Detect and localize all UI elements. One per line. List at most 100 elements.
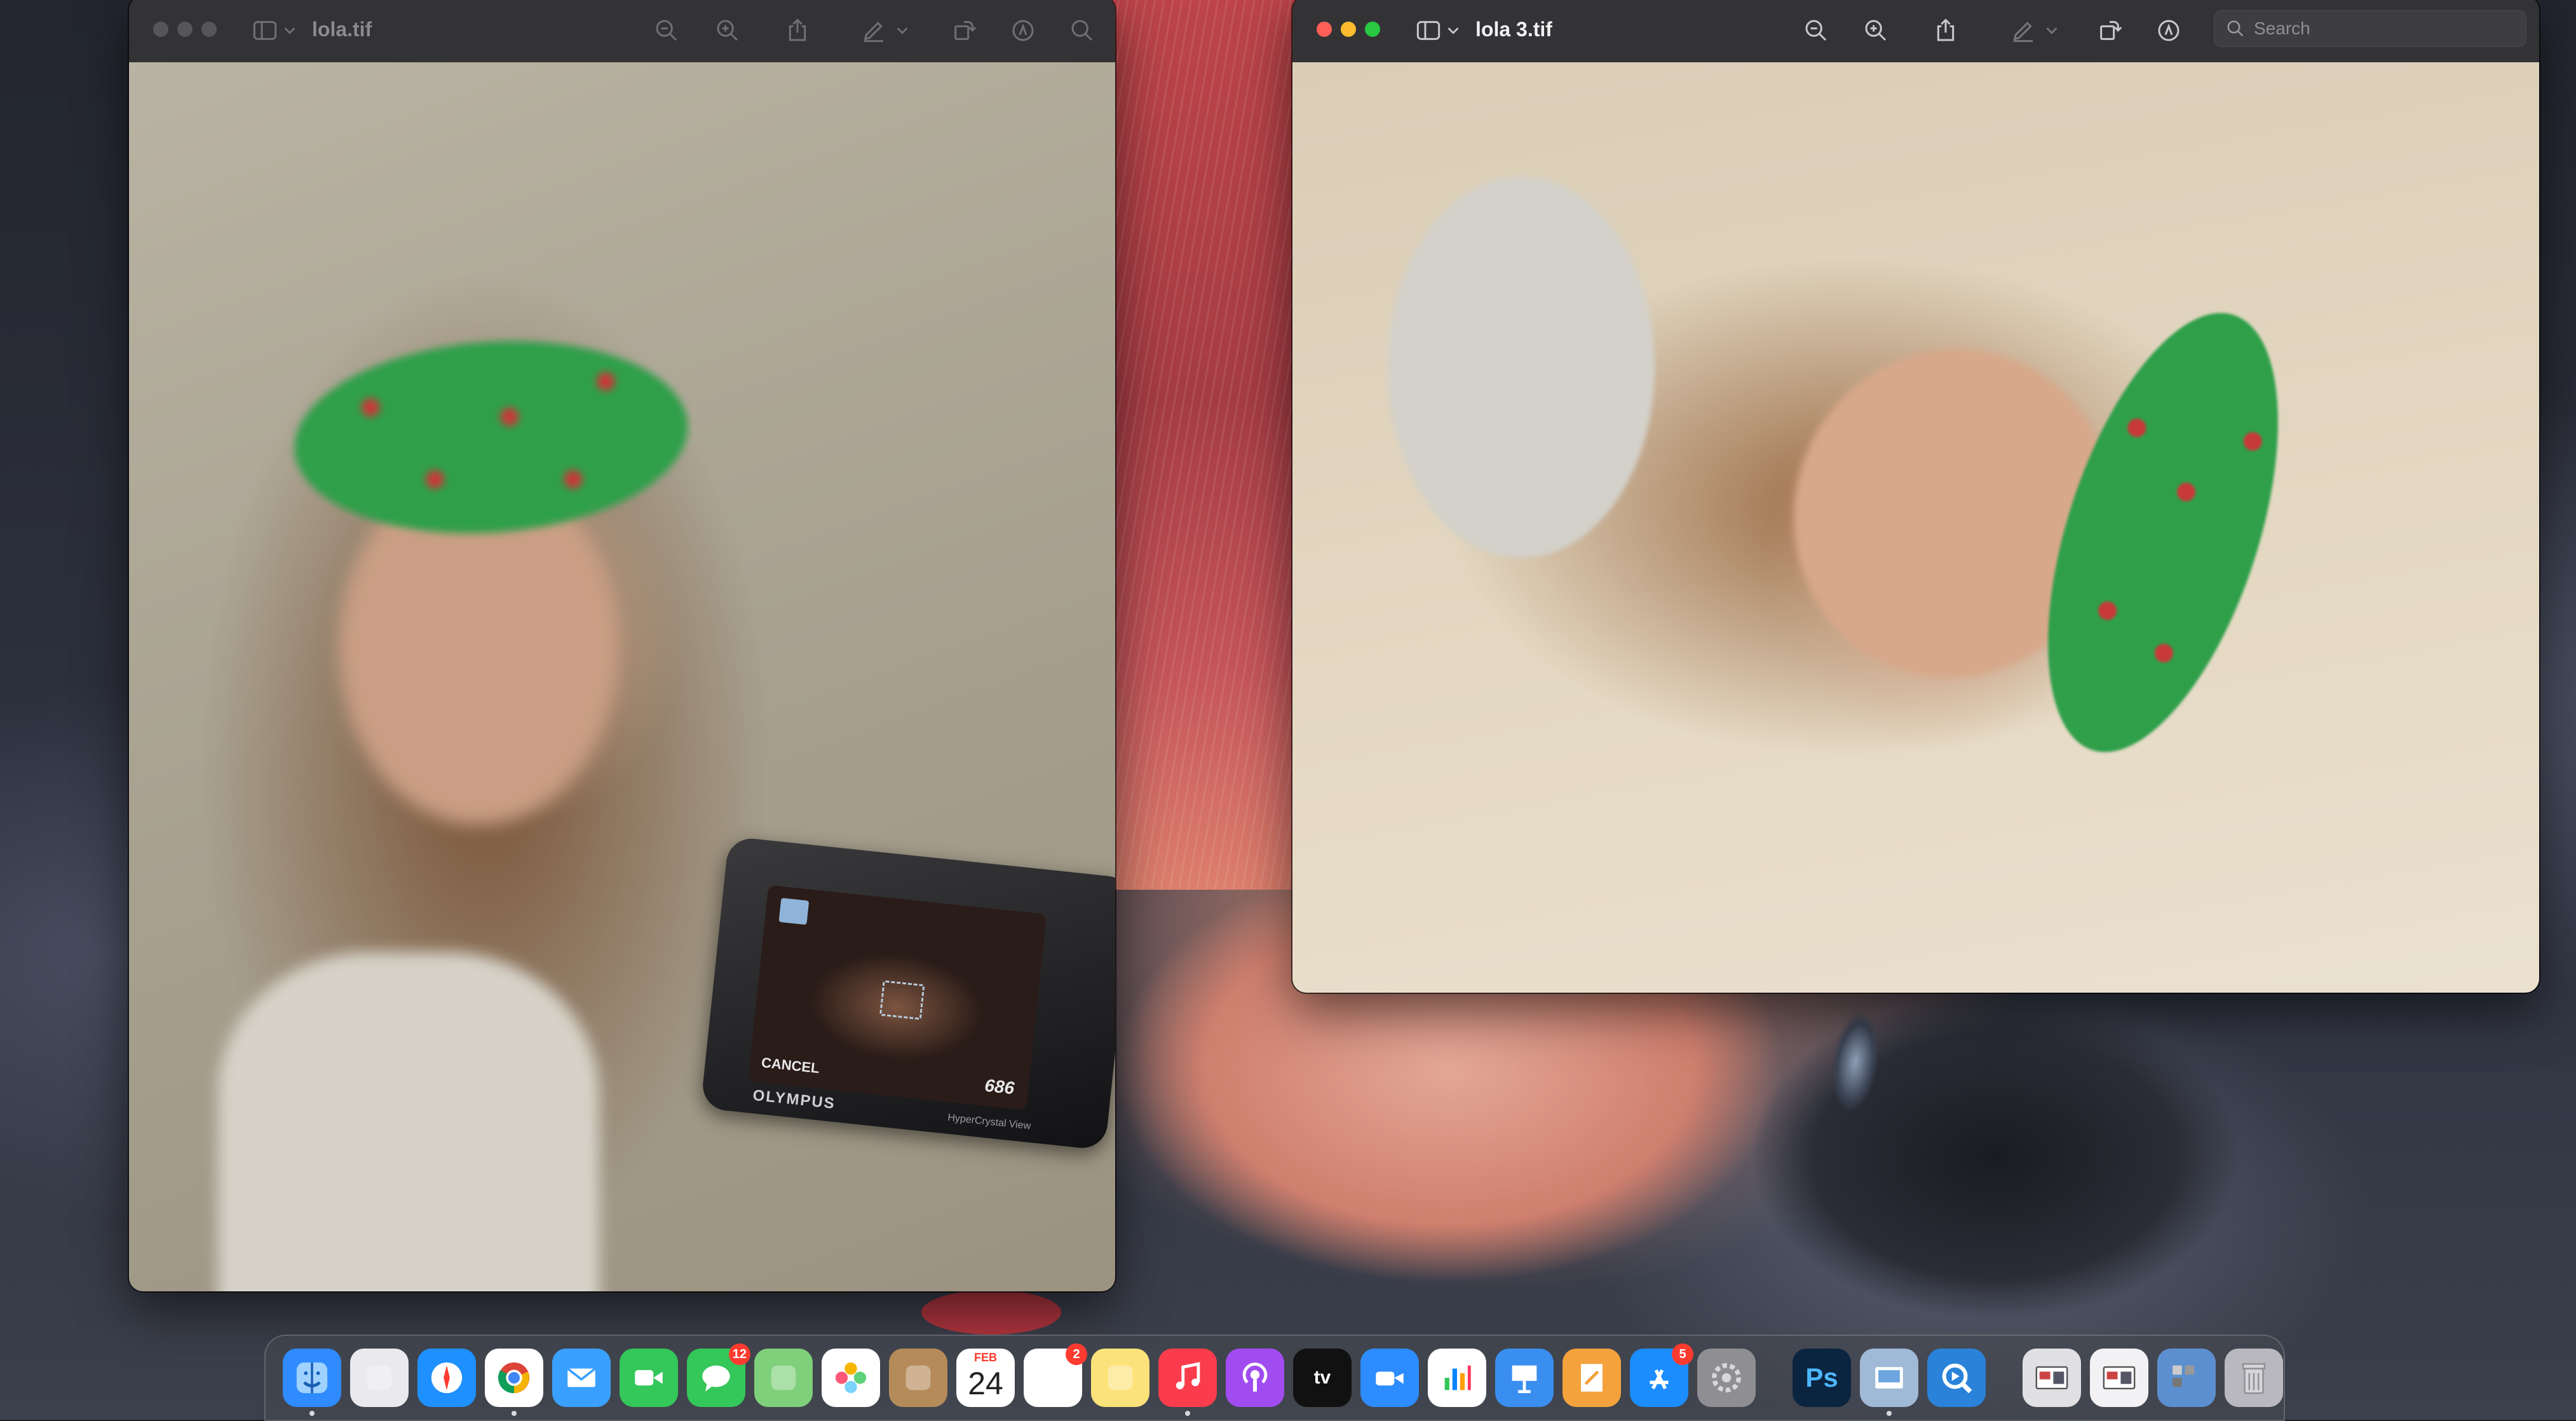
search-button[interactable] — [1067, 15, 1097, 46]
photos-icon — [832, 1359, 869, 1396]
markup-button[interactable] — [2008, 15, 2038, 46]
image-canvas[interactable]: CANCEL 686 OLYMPUS HyperCrystal View — [129, 62, 1115, 1291]
notification-badge: 5 — [1672, 1343, 1693, 1365]
markup-button[interactable] — [858, 15, 889, 46]
window-thumbnail-icon — [2033, 1359, 2070, 1396]
rotate-button[interactable] — [949, 15, 979, 46]
settings-icon — [1708, 1359, 1745, 1396]
rotate-icon — [2100, 21, 2122, 40]
image-canvas[interactable] — [1292, 62, 2539, 993]
zoom-in-button[interactable] — [1861, 15, 1891, 46]
camera-cancel-label: CANCEL — [761, 1054, 820, 1077]
window-thumbnail-icon — [2101, 1359, 2138, 1396]
camera-brand: OLYMPUS — [752, 1086, 837, 1113]
zoom-out-button[interactable] — [1801, 15, 1831, 46]
photoshop-icon: Ps — [1805, 1363, 1838, 1392]
sidebar-menu-button[interactable] — [280, 15, 299, 46]
dock-item-google-chrome[interactable] — [485, 1349, 543, 1416]
preview-window-lola-3[interactable]: lola 3.tif — [1292, 0, 2539, 993]
markup-menu-button[interactable] — [2042, 15, 2061, 46]
dock-item-preview[interactable] — [1860, 1349, 1918, 1416]
dock-item-photoshop[interactable]: Ps — [1793, 1349, 1851, 1407]
dock-item-messages[interactable]: 12 — [687, 1343, 750, 1407]
zoom-button[interactable] — [1365, 22, 1380, 37]
launchpad-icon — [361, 1359, 398, 1396]
preview-window-lola[interactable]: lola.tif CANCEL 686 OLYMPUS HyperCrystal… — [129, 0, 1115, 1291]
tv-icon: tv — [1313, 1367, 1331, 1388]
reminders-icon — [1034, 1359, 1071, 1396]
dock-item-maps[interactable] — [754, 1349, 813, 1407]
dock-item-system-settings[interactable] — [1697, 1349, 1756, 1407]
contacts-icon — [900, 1359, 937, 1396]
dock-item-numbers[interactable] — [1428, 1349, 1486, 1407]
dock-item-zoom[interactable] — [1360, 1349, 1419, 1407]
facetime-icon — [630, 1359, 667, 1396]
zoom-out-button[interactable] — [651, 15, 682, 46]
markup-circle-icon — [1012, 20, 1034, 41]
dock-item-applications-folder[interactable] — [2157, 1349, 2216, 1407]
running-indicator — [512, 1411, 517, 1416]
close-button[interactable] — [1317, 22, 1332, 37]
rotate-icon — [954, 21, 977, 40]
dock-item-minimized-window-1[interactable] — [2023, 1349, 2081, 1407]
dock-item-tv[interactable]: tv — [1293, 1349, 1352, 1407]
dock-item-music[interactable] — [1158, 1349, 1217, 1416]
minimize-button[interactable] — [177, 22, 193, 37]
dock-item-podcasts[interactable] — [1226, 1349, 1284, 1407]
dock-item-notes[interactable] — [1091, 1349, 1149, 1407]
dock-item-mail[interactable] — [552, 1349, 611, 1407]
chevron-down-icon — [2046, 27, 2057, 34]
dock-stacks — [2018, 1349, 2288, 1407]
safari-icon — [428, 1359, 465, 1396]
sidebar-toggle-button[interactable] — [250, 15, 280, 46]
dock-item-safari[interactable] — [417, 1349, 476, 1407]
dock-item-finder[interactable] — [283, 1349, 341, 1416]
dock-item-app-store[interactable]: 5 — [1630, 1343, 1693, 1407]
pen-icon — [864, 22, 883, 43]
share-icon — [1937, 18, 1955, 41]
dock-apps: 12 FEB 24 2 tv 5 — [278, 1343, 1760, 1416]
zoom-in-button[interactable] — [712, 15, 743, 46]
rotate-button[interactable] — [2094, 15, 2125, 46]
sidebar-menu-button[interactable] — [1444, 15, 1463, 46]
markup-menu-button[interactable] — [893, 15, 912, 46]
window-titlebar[interactable]: lola 3.tif — [1292, 0, 2539, 64]
dock-item-photos[interactable] — [822, 1349, 880, 1407]
zoom-out-icon — [656, 20, 677, 41]
highlight-button[interactable] — [1008, 15, 1038, 46]
highlight-button[interactable] — [2153, 15, 2184, 46]
podcasts-icon — [1237, 1359, 1273, 1396]
dock-item-facetime[interactable] — [620, 1349, 678, 1407]
share-button[interactable] — [782, 15, 813, 46]
dock-item-quicktime-player[interactable] — [1927, 1349, 1986, 1407]
maps-icon — [765, 1359, 802, 1396]
search-field[interactable] — [2214, 10, 2526, 47]
close-button[interactable] — [153, 22, 168, 37]
sidebar-icon — [1416, 21, 1441, 40]
pen-icon — [2013, 22, 2033, 43]
markup-circle-icon — [2158, 20, 2179, 41]
window-titlebar[interactable]: lola.tif — [129, 0, 1115, 64]
dock-item-pages[interactable] — [1563, 1349, 1621, 1407]
dock-item-calendar[interactable]: FEB 24 — [956, 1349, 1015, 1407]
sidebar-toggle-button[interactable] — [1413, 15, 1444, 46]
wallpaper-red-texture — [1109, 0, 1312, 890]
traffic-lights — [1317, 22, 1380, 37]
dock-item-reminders[interactable]: 2 — [1024, 1343, 1087, 1407]
wallpaper-lip — [921, 1290, 1061, 1335]
folder-stack-icon — [2168, 1359, 2205, 1396]
running-indicator — [1185, 1411, 1190, 1416]
minimize-button[interactable] — [1341, 22, 1356, 37]
dock: 12 FEB 24 2 tv 5 Ps — [264, 1335, 2285, 1421]
zoom-button[interactable] — [201, 22, 217, 37]
share-button[interactable] — [1930, 15, 1961, 46]
dock-item-minimized-window-2[interactable] — [2090, 1349, 2148, 1407]
music-icon — [1169, 1359, 1206, 1396]
dock-item-contacts[interactable] — [889, 1349, 947, 1407]
sidebar-icon — [253, 21, 277, 40]
dock-item-keynote[interactable] — [1495, 1349, 1554, 1407]
search-input[interactable] — [2253, 18, 2509, 39]
search-icon — [1071, 20, 1093, 41]
dock-item-launchpad[interactable] — [350, 1349, 409, 1407]
dock-item-trash[interactable] — [2225, 1349, 2283, 1407]
